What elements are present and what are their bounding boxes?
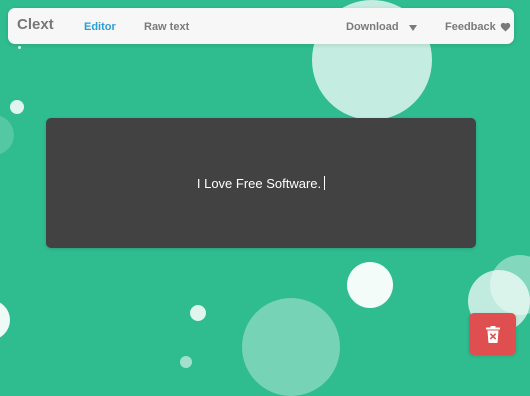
decorative-bubble — [190, 305, 206, 321]
heart-icon — [500, 22, 511, 32]
feedback-label: Feedback — [445, 21, 496, 33]
clear-trash-button[interactable] — [469, 313, 516, 355]
brand-logo[interactable]: Clext — [17, 16, 54, 33]
app-background: { "colors": { "background": "#2fbc8f", "… — [0, 0, 530, 396]
caret-down-icon — [408, 24, 417, 31]
feedback-link[interactable]: Feedback — [445, 21, 511, 33]
decorative-bubble — [18, 46, 21, 49]
decorative-bubble — [10, 100, 24, 114]
decorative-bubble — [0, 115, 14, 155]
editor-text: I Love Free Software. — [196, 176, 322, 191]
decorative-bubble — [347, 262, 393, 308]
text-cursor — [324, 176, 326, 190]
editor-content[interactable]: I Love Free Software. — [46, 176, 476, 191]
text-editor[interactable]: I Love Free Software. — [46, 118, 476, 248]
download-menu[interactable]: Download — [346, 21, 417, 33]
decorative-bubble — [0, 300, 10, 340]
decorative-bubble — [180, 356, 192, 368]
download-label: Download — [346, 21, 399, 33]
trash-icon — [485, 325, 500, 343]
top-navbar: Clext Editor Raw text Download Feedback — [8, 8, 514, 44]
decorative-bubble — [242, 298, 340, 396]
tab-editor[interactable]: Editor — [84, 21, 116, 33]
tab-raw-text[interactable]: Raw text — [144, 21, 189, 33]
